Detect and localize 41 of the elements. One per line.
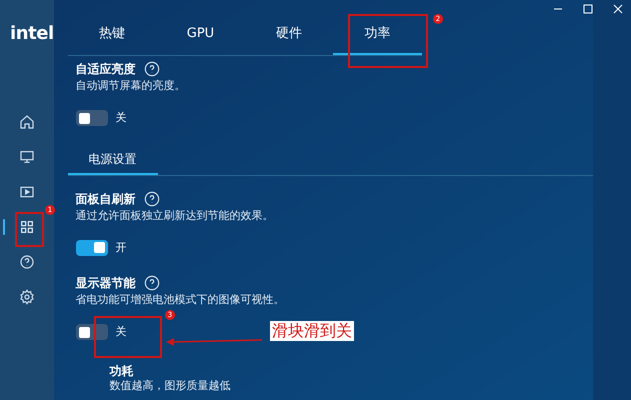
tab[interactable]: GPU [156,15,245,55]
grid-icon [18,219,35,235]
setting-description: 通过允许面板独立刷新达到节能的效果。 [76,208,275,224]
brand-logo: intel [9,22,54,46]
settings-icon [18,289,35,305]
maximize-icon[interactable] [583,4,593,14]
help-icon [144,275,160,291]
sidebar-item[interactable] [18,289,35,305]
setting-title: 面板自刷新 [76,190,136,208]
section-tab[interactable]: 电源设置 [68,144,158,174]
power-title: 功耗 [110,362,135,378]
toggle-state-label: 关 [116,324,127,340]
toggle-switch[interactable] [76,324,108,340]
help-icon [18,254,35,270]
toggle-switch[interactable] [76,240,108,256]
sidebar-item[interactable] [18,219,35,235]
toggle-state-label: 关 [116,110,127,126]
setting-description: 省电功能可增强电池模式下的图像可视性。 [76,292,286,308]
toggle-state-label: 开 [116,240,127,256]
setting-description: 自动调节屏幕的亮度。 [76,78,187,94]
tab[interactable]: 功率 [333,15,422,55]
sidebar-item[interactable] [18,149,35,165]
toggle-switch[interactable] [76,110,108,126]
sidebar-item[interactable] [18,184,35,200]
highlight-frame [15,212,44,247]
sidebar-item[interactable] [18,254,35,270]
video-icon [18,184,35,200]
monitor-icon [18,149,35,165]
help-icon [144,190,160,206]
tab[interactable]: 热键 [68,15,156,55]
setting-title: 显示器节能 [76,275,136,292]
highlight-frame [94,316,162,358]
setting-title: 自适应亮度 [76,61,136,78]
callout-label: 滑块滑到关 [270,321,354,341]
selection-indicator [3,219,5,235]
power-description: 数值越高，图形质量越低 [110,378,232,392]
home-icon [18,114,35,130]
tab[interactable]: 硬件 [244,15,334,55]
sidebar-item[interactable] [18,114,35,130]
close-icon[interactable] [613,4,623,14]
help-icon [144,61,160,77]
